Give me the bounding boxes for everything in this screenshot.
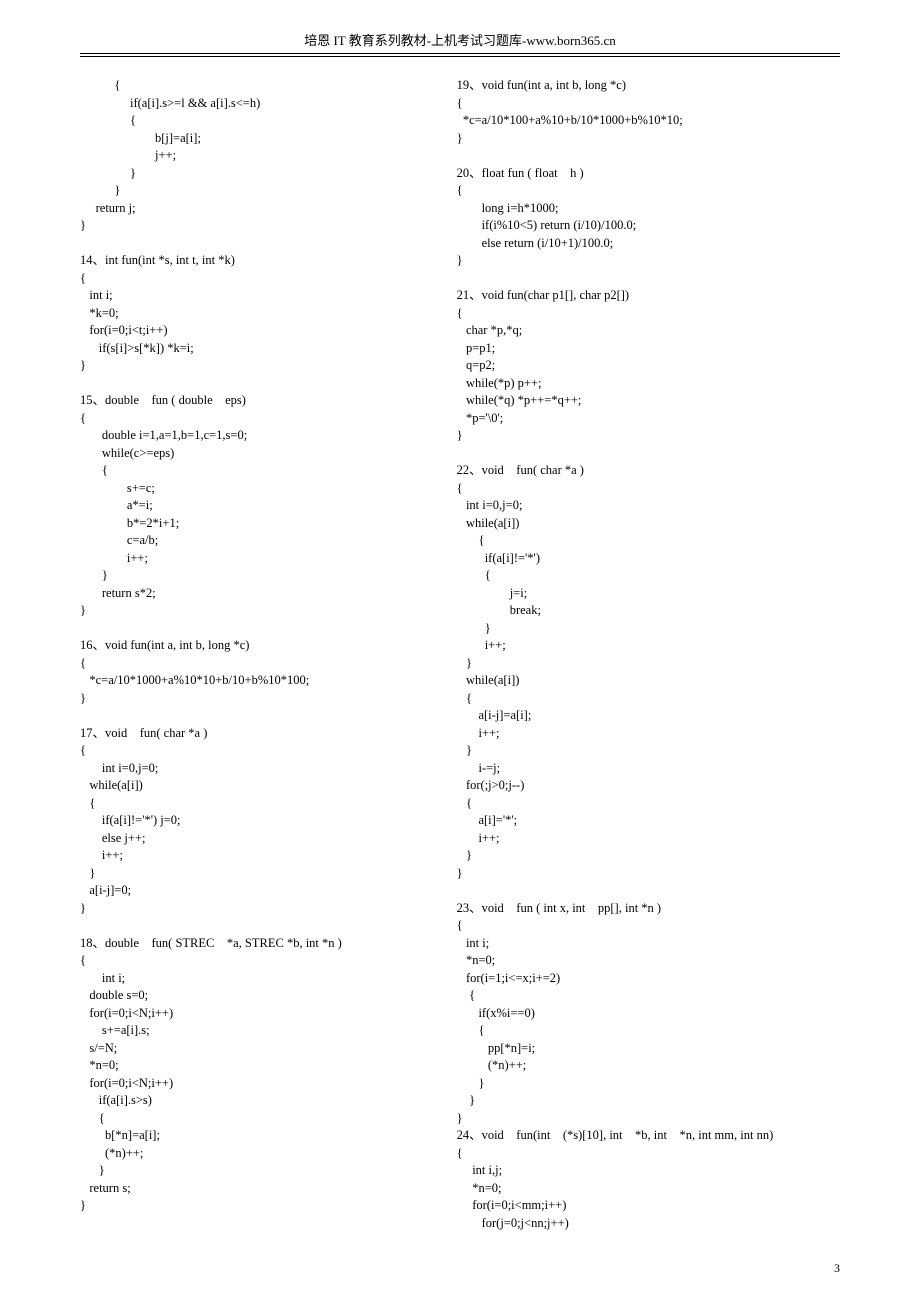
page-number: 3 xyxy=(834,1261,840,1276)
page-header: 培恩 IT 教育系列教材-上机考试习题库-www.born365.cn xyxy=(80,30,840,53)
right-column: 19、void fun(int a, int b, long *c) { *c=… xyxy=(457,77,840,1232)
left-column: { if(a[i].s>=l && a[i].s<=h) { b[j]=a[i]… xyxy=(80,77,429,1232)
header-rule xyxy=(80,53,840,57)
content-columns: { if(a[i].s>=l && a[i].s<=h) { b[j]=a[i]… xyxy=(80,77,840,1232)
page-container: 培恩 IT 教育系列教材-上机考试习题库-www.born365.cn { if… xyxy=(0,0,920,1302)
